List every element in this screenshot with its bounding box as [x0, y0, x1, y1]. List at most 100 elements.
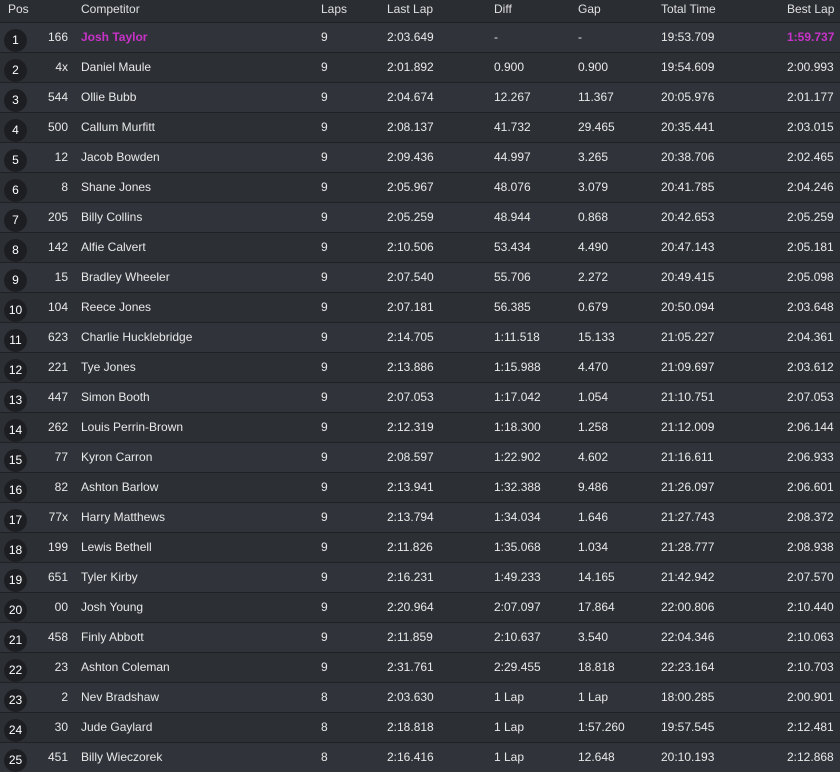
table-row[interactable]: 18 199 Lewis Bethell 9 2:11.826 1:35.068 1.034… — [0, 532, 840, 562]
header-best-lap[interactable]: Best Lap — [787, 0, 834, 18]
position-badge: 1 — [4, 29, 27, 52]
competitor-name[interactable]: Callum Murfitt — [81, 113, 155, 142]
competitor-name[interactable]: Josh Taylor — [81, 23, 147, 52]
gap-value: 1.034 — [578, 540, 609, 554]
header-laps[interactable]: Laps — [321, 0, 347, 18]
car-number: 623 — [47, 330, 68, 344]
diff-value: 1:34.034 — [494, 510, 541, 524]
table-row[interactable]: 10 104 Reece Jones 9 2:07.181 56.385 0.679 20:5… — [0, 292, 840, 322]
competitor-name[interactable]: Ashton Coleman — [81, 653, 170, 682]
car-number: 104 — [47, 300, 68, 314]
diff-value: 1:22.902 — [494, 450, 541, 464]
header-pos[interactable]: Pos — [8, 0, 29, 18]
total-time-value: 20:35.441 — [661, 120, 715, 134]
header-last-lap[interactable]: Last Lap — [387, 0, 433, 18]
car-number: 544 — [47, 90, 68, 104]
competitor-name[interactable]: Louis Perrin-Brown — [81, 413, 183, 442]
table-row[interactable]: 4 500 Callum Murfitt 9 2:08.137 41.732 29.465 2… — [0, 112, 840, 142]
position-badge: 17 — [4, 509, 27, 532]
laps-value: 9 — [321, 600, 328, 614]
table-row[interactable]: 3 544 Ollie Bubb 9 2:04.674 12.267 11.367 20:05… — [0, 82, 840, 112]
competitor-name[interactable]: Josh Young — [81, 593, 143, 622]
diff-value: 1 Lap — [494, 720, 525, 734]
total-time-value: 22:23.164 — [661, 660, 715, 674]
competitor-name[interactable]: Jude Gaylard — [81, 713, 152, 742]
last-lap-value: 2:07.540 — [387, 270, 434, 284]
best-lap-value: 2:12.868 — [787, 750, 834, 764]
position-badge: 13 — [4, 389, 27, 412]
competitor-name[interactable]: Billy Collins — [81, 203, 142, 232]
table-row[interactable]: 5 12 Jacob Bowden 9 2:09.436 44.997 3.265 20:38… — [0, 142, 840, 172]
table-row[interactable]: 24 30 Jude Gaylard 8 2:18.818 1 Lap 1:57.260 19… — [0, 712, 840, 742]
table-row[interactable]: 9 15 Bradley Wheeler 9 2:07.540 55.706 2.272 20… — [0, 262, 840, 292]
table-row[interactable]: 20 00 Josh Young 9 2:20.964 2:07.097 17.864 22:… — [0, 592, 840, 622]
table-row[interactable]: 17 77x Harry Matthews 9 2:13.794 1:34.034 1.64… — [0, 502, 840, 532]
total-time-value: 21:27.743 — [661, 510, 715, 524]
diff-value: 55.706 — [494, 270, 531, 284]
competitor-name[interactable]: Shane Jones — [81, 173, 151, 202]
gap-value: 3.079 — [578, 180, 609, 194]
gap-value: 4.490 — [578, 240, 609, 254]
gap-value: 4.470 — [578, 360, 609, 374]
competitor-name[interactable]: Jacob Bowden — [81, 143, 160, 172]
competitor-name[interactable]: Simon Booth — [81, 383, 150, 412]
table-row[interactable]: 19 651 Tyler Kirby 9 2:16.231 1:49.233 14.165 2… — [0, 562, 840, 592]
competitor-name[interactable]: Nev Bradshaw — [81, 683, 159, 712]
car-number: 447 — [47, 390, 68, 404]
competitor-name[interactable]: Billy Wieczorek — [81, 743, 162, 772]
diff-value: 1:15.988 — [494, 360, 541, 374]
competitor-name[interactable]: Kyron Carron — [81, 443, 152, 472]
competitor-name[interactable]: Ollie Bubb — [81, 83, 136, 112]
position-badge: 19 — [4, 569, 27, 592]
last-lap-value: 2:08.597 — [387, 450, 434, 464]
competitor-name[interactable]: Bradley Wheeler — [81, 263, 170, 292]
table-row[interactable]: 7 205 Billy Collins 9 2:05.259 48.944 0.868 20:… — [0, 202, 840, 232]
table-row[interactable]: 21 458 Finly Abbott 9 2:11.859 2:10.637 3.540 2… — [0, 622, 840, 652]
total-time-value: 21:12.009 — [661, 420, 715, 434]
table-row[interactable]: 13 447 Simon Booth 9 2:07.053 1:17.042 1.054 21… — [0, 382, 840, 412]
table-row[interactable]: 16 82 Ashton Barlow 9 2:13.941 1:32.388 9.486 2… — [0, 472, 840, 502]
table-row[interactable]: 2 4x Daniel Maule 9 2:01.892 0.900 0.900 19:54.… — [0, 52, 840, 82]
table-row[interactable]: 14 262 Louis Perrin-Brown 9 2:12.319 1:18.300… — [0, 412, 840, 442]
position-badge: 3 — [4, 89, 27, 112]
competitor-name[interactable]: Lewis Bethell — [81, 533, 152, 562]
gap-value: 1 Lap — [578, 690, 609, 704]
gap-value: 0.679 — [578, 300, 609, 314]
competitor-name[interactable]: Alfie Calvert — [81, 233, 146, 262]
table-row[interactable]: 12 221 Tye Jones 9 2:13.886 1:15.988 4.470 21:0… — [0, 352, 840, 382]
competitor-name[interactable]: Charlie Hucklebridge — [81, 323, 192, 352]
header-gap[interactable]: Gap — [578, 0, 601, 18]
table-row[interactable]: 6 8 Shane Jones 9 2:05.967 48.076 3.079 20:41.7… — [0, 172, 840, 202]
diff-value: 1:17.042 — [494, 390, 541, 404]
table-row[interactable]: 1 166 Josh Taylor 9 2:03.649 - - 19:53.709 1:59.… — [0, 22, 840, 52]
table-row[interactable]: 25 451 Billy Wieczorek 8 2:16.416 1 Lap 12.648… — [0, 742, 840, 772]
laps-value: 9 — [321, 60, 328, 74]
competitor-name[interactable]: Tye Jones — [81, 353, 136, 382]
competitor-name[interactable]: Tyler Kirby — [81, 563, 138, 592]
laps-value: 9 — [321, 570, 328, 584]
table-row[interactable]: 22 23 Ashton Coleman 9 2:31.761 2:29.455 18.81… — [0, 652, 840, 682]
header-diff[interactable]: Diff — [494, 0, 512, 18]
table-row[interactable]: 15 77 Kyron Carron 9 2:08.597 1:22.902 4.602 21… — [0, 442, 840, 472]
gap-value: 17.864 — [578, 600, 615, 614]
gap-value: 2.272 — [578, 270, 609, 284]
competitor-name[interactable]: Harry Matthews — [81, 503, 165, 532]
header-competitor[interactable]: Competitor — [81, 0, 140, 18]
competitor-name[interactable]: Daniel Maule — [81, 53, 151, 82]
diff-value: 1:32.388 — [494, 480, 541, 494]
competitor-name[interactable]: Reece Jones — [81, 293, 151, 322]
total-time-value: 20:41.785 — [661, 180, 715, 194]
gap-value: - — [578, 30, 582, 44]
table-row[interactable]: 8 142 Alfie Calvert 9 2:10.506 53.434 4.490 20:… — [0, 232, 840, 262]
competitor-name[interactable]: Ashton Barlow — [81, 473, 158, 502]
car-number: 30 — [54, 720, 68, 734]
total-time-value: 22:04.346 — [661, 630, 715, 644]
header-total-time[interactable]: Total Time — [661, 0, 716, 18]
gap-value: 4.602 — [578, 450, 609, 464]
table-row[interactable]: 23 2 Nev Bradshaw 8 2:03.630 1 Lap 1 Lap 18:00.… — [0, 682, 840, 712]
diff-value: 56.385 — [494, 300, 531, 314]
last-lap-value: 2:12.319 — [387, 420, 434, 434]
competitor-name[interactable]: Finly Abbott — [81, 623, 144, 652]
table-row[interactable]: 11 623 Charlie Hucklebridge 9 2:14.705 1:11.5… — [0, 322, 840, 352]
laps-value: 9 — [321, 540, 328, 554]
